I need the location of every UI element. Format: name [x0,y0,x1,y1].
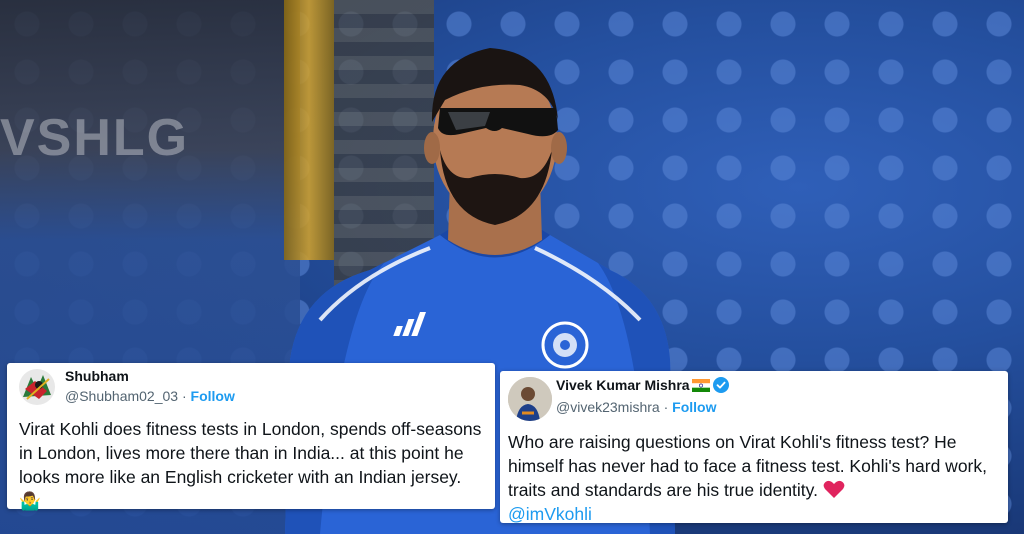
tweet-handle-line: @vivek23mishra · Follow [556,399,716,415]
shrug-emoji: 🤷‍♂️ [19,491,41,511]
tweet-text-block: Virat Kohli does fitness tests in London… [19,417,487,513]
heart-emoji [823,480,845,500]
tweet-author-line: Vivek Kumar Mishra [556,377,729,393]
tweet-text: Virat Kohli does fitness tests in London… [19,419,482,487]
mention-link[interactable]: @imVkohli [508,504,592,524]
tweet-author-name[interactable]: Vivek Kumar Mishra [556,377,690,393]
abstract-art-avatar-icon[interactable] [19,369,55,405]
tweet-text-block: Who are raising questions on Virat Kohli… [508,430,1000,526]
follow-button[interactable]: Follow [191,388,235,404]
tweet-handle-line: @Shubham02_03 · Follow [65,388,235,404]
stadium-signboard: VSHLG [0,109,190,167]
tweet-card-shubham[interactable]: Shubham @Shubham02_03 · Follow Virat Koh… [7,363,495,511]
person-photo-avatar-icon[interactable] [508,377,552,421]
tweet-author-name[interactable]: Shubham [65,368,129,384]
india-flag-icon [691,379,710,392]
handle-separator: · [178,388,191,404]
handle-separator: · [659,399,673,415]
tweet-text: Who are raising questions on Virat Kohli… [508,432,987,500]
tweet-card-vivek[interactable]: Vivek Kumar Mishra @vivek23mishra · Foll… [500,371,1008,526]
follow-button[interactable]: Follow [672,399,716,415]
verified-badge-icon [712,377,729,393]
tweet-handle[interactable]: @vivek23mishra [556,399,660,415]
tweet-handle[interactable]: @Shubham02_03 [65,388,178,404]
